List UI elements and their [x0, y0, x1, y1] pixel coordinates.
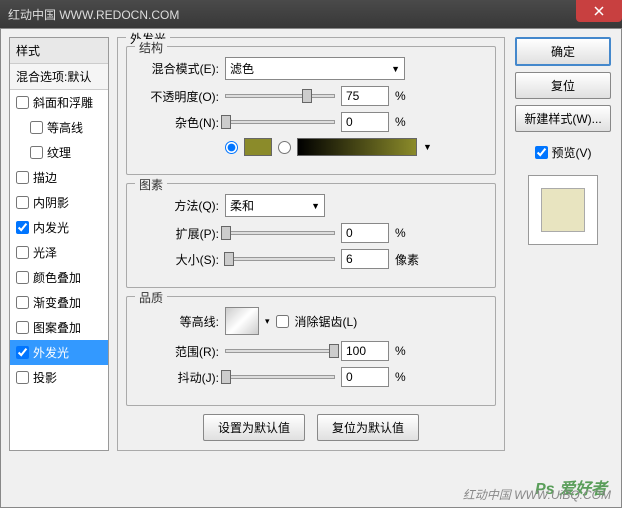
slider-thumb[interactable]	[221, 226, 231, 240]
structure-title: 结构	[135, 39, 167, 56]
noise-slider[interactable]	[225, 120, 335, 124]
slider-thumb[interactable]	[224, 252, 234, 266]
styles-list: 样式 混合选项:默认 斜面和浮雕 等高线 纹理 描边 内阴影 内发光 光泽 颜色…	[9, 37, 109, 451]
style-bevel[interactable]: 斜面和浮雕	[10, 90, 108, 115]
range-slider[interactable]	[225, 349, 335, 353]
slider-thumb[interactable]	[302, 89, 312, 103]
style-inner-glow[interactable]: 内发光	[10, 215, 108, 240]
antialias-check[interactable]	[276, 315, 289, 328]
check-gradient-overlay[interactable]	[16, 296, 29, 309]
quality-group: 品质 等高线: ▾ 消除锯齿(L) 范围(R): % 抖动(J):	[126, 296, 496, 406]
blend-mode-label: 混合模式(E):	[139, 60, 219, 77]
center-panel: 外发光 结构 混合模式(E): 滤色▼ 不透明度(O): % 杂色(N):	[117, 37, 505, 451]
preview-check[interactable]	[535, 146, 548, 159]
preview-box	[528, 175, 598, 245]
chevron-down-icon[interactable]: ▾	[265, 316, 270, 327]
opacity-unit: %	[395, 89, 425, 103]
gradient-picker[interactable]	[297, 138, 417, 156]
close-button[interactable]	[576, 0, 622, 22]
spread-unit: %	[395, 226, 425, 240]
jitter-label: 抖动(J):	[139, 369, 219, 386]
opacity-slider[interactable]	[225, 94, 335, 98]
antialias-label: 消除锯齿(L)	[295, 313, 358, 330]
contour-label: 等高线:	[139, 313, 219, 330]
jitter-unit: %	[395, 370, 425, 384]
styles-header: 样式	[10, 38, 108, 64]
dialog-body: 样式 混合选项:默认 斜面和浮雕 等高线 纹理 描边 内阴影 内发光 光泽 颜色…	[0, 28, 622, 508]
ok-button[interactable]: 确定	[515, 37, 611, 66]
elements-group: 图素 方法(Q): 柔和▼ 扩展(P): % 大小(S): 像素	[126, 183, 496, 288]
contour-picker[interactable]	[225, 307, 259, 335]
slider-thumb[interactable]	[221, 115, 231, 129]
style-stroke[interactable]: 描边	[10, 165, 108, 190]
spread-input[interactable]	[341, 223, 389, 243]
style-gradient-overlay[interactable]: 渐变叠加	[10, 290, 108, 315]
check-color-overlay[interactable]	[16, 271, 29, 284]
range-unit: %	[395, 344, 425, 358]
make-default-button[interactable]: 设置为默认值	[203, 414, 305, 441]
size-input[interactable]	[341, 249, 389, 269]
chevron-down-icon: ▼	[391, 64, 400, 74]
size-slider[interactable]	[225, 257, 335, 261]
preview-label: 预览(V)	[552, 144, 592, 161]
titlebar: 红动中国 WWW.REDOCN.COM	[0, 0, 622, 28]
reset-default-button[interactable]: 复位为默认值	[317, 414, 419, 441]
style-pattern-overlay[interactable]: 图案叠加	[10, 315, 108, 340]
color-radio[interactable]	[225, 141, 238, 154]
check-contour[interactable]	[30, 121, 43, 134]
style-contour[interactable]: 等高线	[10, 115, 108, 140]
preview-swatch	[541, 188, 585, 232]
check-inner-shadow[interactable]	[16, 196, 29, 209]
noise-label: 杂色(N):	[139, 114, 219, 131]
check-drop-shadow[interactable]	[16, 371, 29, 384]
close-icon	[594, 6, 604, 16]
gradient-radio[interactable]	[278, 141, 291, 154]
check-satin[interactable]	[16, 246, 29, 259]
method-label: 方法(Q):	[139, 197, 219, 214]
jitter-input[interactable]	[341, 367, 389, 387]
structure-group: 结构 混合模式(E): 滤色▼ 不透明度(O): % 杂色(N): %	[126, 46, 496, 175]
style-texture[interactable]: 纹理	[10, 140, 108, 165]
check-texture[interactable]	[30, 146, 43, 159]
new-style-button[interactable]: 新建样式(W)...	[515, 105, 611, 132]
cancel-button[interactable]: 复位	[515, 72, 611, 99]
footer-text: 红动中国 WWW.UiBQ.COM	[463, 486, 611, 503]
style-color-overlay[interactable]: 颜色叠加	[10, 265, 108, 290]
spread-label: 扩展(P):	[139, 225, 219, 242]
right-panel: 确定 复位 新建样式(W)... 预览(V)	[513, 37, 613, 451]
size-unit: 像素	[395, 251, 425, 268]
check-inner-glow[interactable]	[16, 221, 29, 234]
size-label: 大小(S):	[139, 251, 219, 268]
jitter-slider[interactable]	[225, 375, 335, 379]
opacity-input[interactable]	[341, 86, 389, 106]
noise-input[interactable]	[341, 112, 389, 132]
blend-mode-select[interactable]: 滤色▼	[225, 57, 405, 80]
noise-unit: %	[395, 115, 425, 129]
chevron-down-icon[interactable]: ▼	[423, 142, 432, 152]
blend-options-row[interactable]: 混合选项:默认	[10, 64, 108, 90]
quality-title: 品质	[135, 289, 167, 306]
slider-thumb[interactable]	[329, 344, 339, 358]
title-text: 红动中国 WWW.REDOCN.COM	[8, 6, 614, 23]
range-label: 范围(R):	[139, 343, 219, 360]
opacity-label: 不透明度(O):	[139, 88, 219, 105]
style-drop-shadow[interactable]: 投影	[10, 365, 108, 390]
check-stroke[interactable]	[16, 171, 29, 184]
check-bevel[interactable]	[16, 96, 29, 109]
elements-title: 图素	[135, 176, 167, 193]
chevron-down-icon: ▼	[311, 201, 320, 211]
slider-thumb[interactable]	[221, 370, 231, 384]
style-satin[interactable]: 光泽	[10, 240, 108, 265]
color-swatch[interactable]	[244, 138, 272, 156]
method-select[interactable]: 柔和▼	[225, 194, 325, 217]
check-pattern-overlay[interactable]	[16, 321, 29, 334]
range-input[interactable]	[341, 341, 389, 361]
check-outer-glow[interactable]	[16, 346, 29, 359]
style-inner-shadow[interactable]: 内阴影	[10, 190, 108, 215]
style-outer-glow[interactable]: 外发光	[10, 340, 108, 365]
spread-slider[interactable]	[225, 231, 335, 235]
